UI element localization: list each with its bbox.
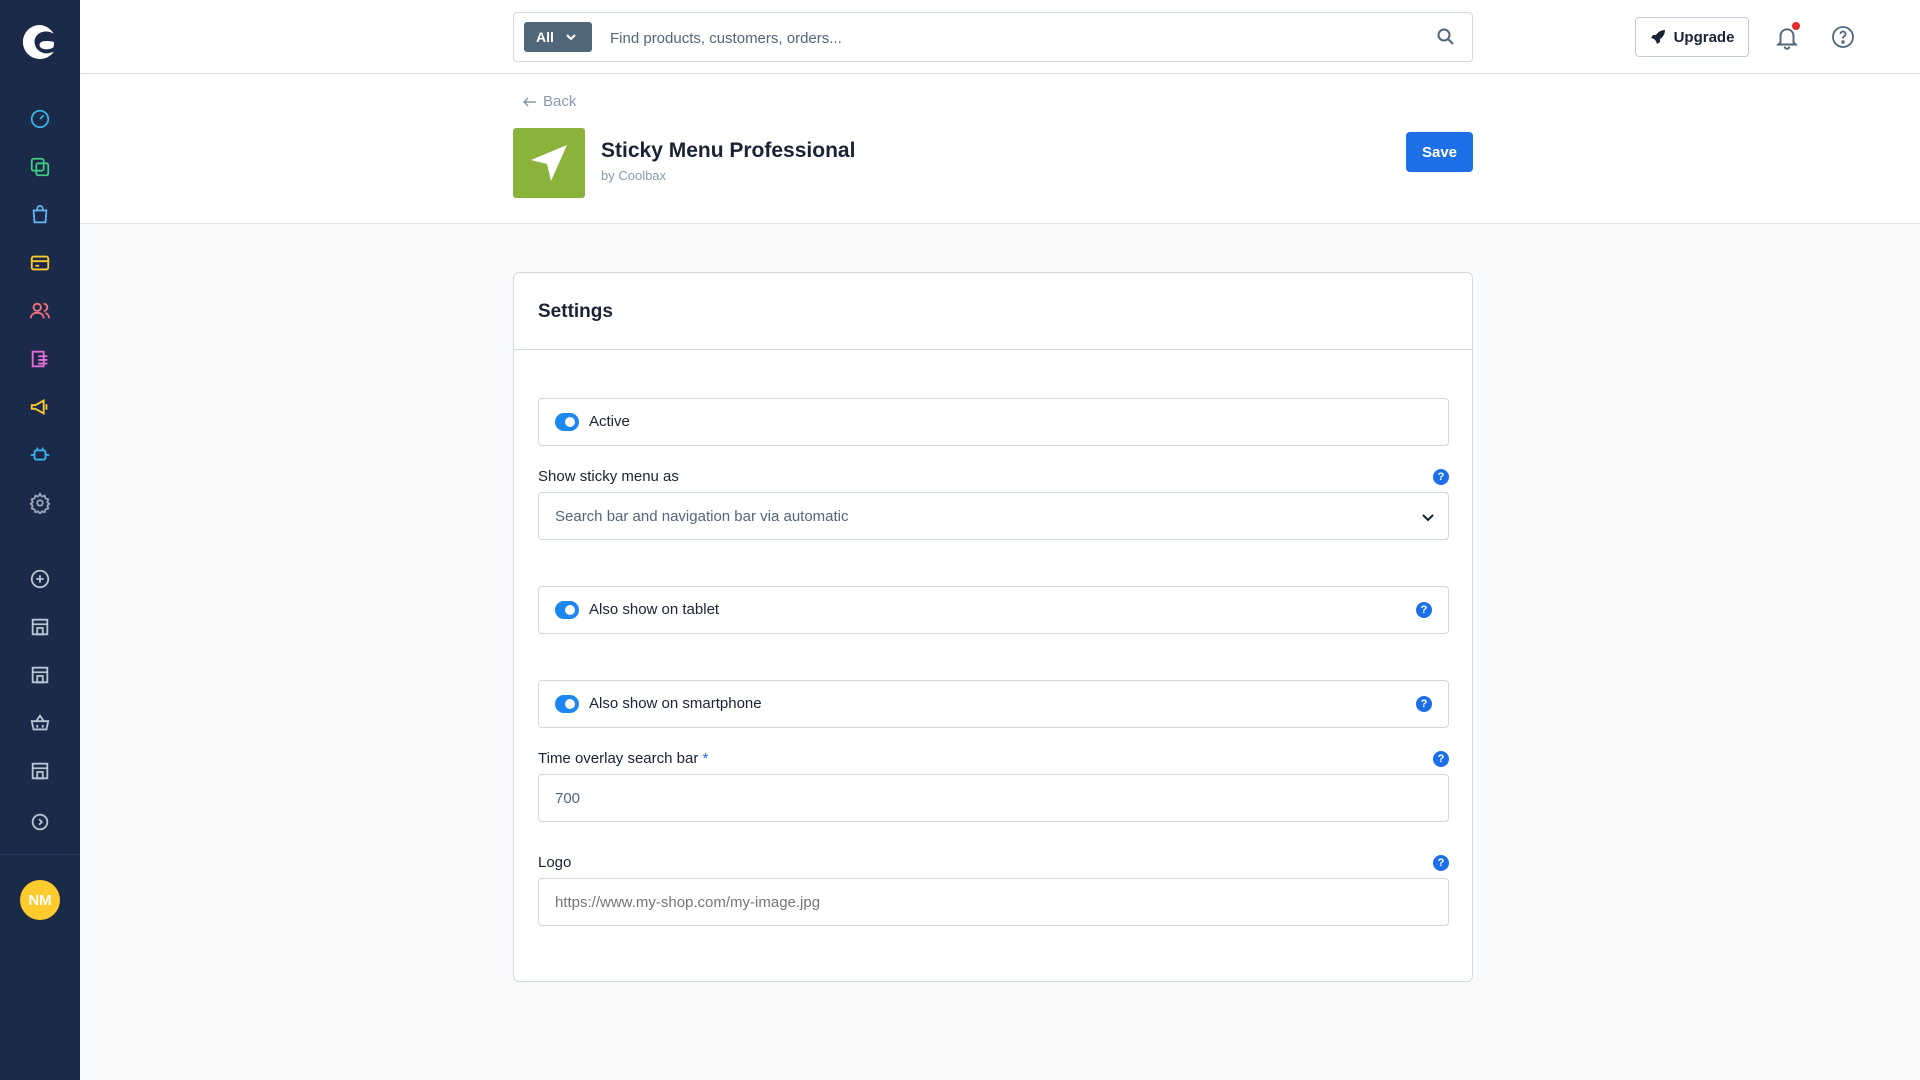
- navigation-arrow-icon: [531, 145, 567, 181]
- search-icon[interactable]: [1436, 27, 1456, 47]
- help-icon[interactable]: [1831, 25, 1855, 49]
- add-sales-channel-icon[interactable]: [28, 567, 52, 591]
- sidebar: NM: [0, 0, 80, 1080]
- time-overlay-label: Time overlay search bar *: [538, 750, 708, 767]
- sticky-menu-select[interactable]: Search bar and navigation bar via automa…: [538, 492, 1449, 540]
- search-scope-dropdown[interactable]: All: [524, 22, 592, 52]
- tablet-setting: Also show on tablet ?: [538, 586, 1449, 634]
- chevron-down-icon: [1422, 514, 1434, 522]
- logo-label: Logo: [538, 854, 572, 871]
- settings-card: Settings Active Show sticky menu as ? Se…: [513, 272, 1473, 982]
- notification-badge: [1792, 22, 1800, 30]
- active-setting: Active: [538, 398, 1449, 446]
- smartphone-toggle[interactable]: [555, 695, 579, 713]
- settings-icon[interactable]: [28, 491, 52, 515]
- payments-icon[interactable]: [28, 251, 52, 275]
- back-link[interactable]: Back: [523, 93, 576, 110]
- upgrade-button[interactable]: Upgrade: [1635, 17, 1749, 57]
- dashboard-icon[interactable]: [28, 107, 52, 131]
- active-label: Active: [589, 413, 630, 430]
- logo-url-input[interactable]: [538, 878, 1449, 926]
- catalogues-icon[interactable]: [28, 155, 52, 179]
- search-scope-label: All: [536, 29, 554, 45]
- sticky-menu-value: Search bar and navigation bar via automa…: [555, 508, 849, 525]
- sales-channel-store-icon[interactable]: [28, 615, 52, 639]
- customers-icon[interactable]: [28, 299, 52, 323]
- user-avatar[interactable]: NM: [20, 880, 60, 920]
- content-icon[interactable]: [28, 347, 52, 371]
- tablet-label: Also show on tablet: [589, 601, 720, 618]
- page-header: Back Sticky Menu Professional by Coolbax…: [80, 75, 1920, 224]
- help-question-icon[interactable]: ?: [1416, 696, 1432, 712]
- card-divider: [514, 349, 1472, 350]
- arrow-left-icon: [523, 96, 536, 107]
- sales-channel-store-icon[interactable]: [28, 663, 52, 687]
- time-overlay-label-text: Time overlay search bar: [538, 750, 699, 767]
- shop-logo-icon[interactable]: [20, 22, 60, 62]
- active-toggle[interactable]: [555, 413, 579, 431]
- chevron-down-icon: [566, 34, 576, 41]
- time-overlay-input[interactable]: [538, 774, 1449, 822]
- extensions-icon[interactable]: [28, 443, 52, 467]
- save-button[interactable]: Save: [1406, 132, 1473, 172]
- sales-channel-basket-icon[interactable]: [28, 711, 52, 735]
- top-header: All Upgrade: [80, 0, 1920, 74]
- help-question-icon[interactable]: ?: [1433, 751, 1449, 767]
- global-search: All: [513, 12, 1473, 62]
- smartphone-setting: Also show on smartphone ?: [538, 680, 1449, 728]
- sidebar-divider: [0, 854, 80, 855]
- help-question-icon[interactable]: ?: [1433, 855, 1449, 871]
- rocket-icon: [1650, 30, 1665, 44]
- orders-icon[interactable]: [28, 203, 52, 227]
- tablet-toggle[interactable]: [555, 601, 579, 619]
- page-title: Sticky Menu Professional: [601, 139, 856, 162]
- app-vendor: by Coolbax: [601, 168, 667, 183]
- upgrade-label: Upgrade: [1673, 28, 1735, 46]
- settings-title: Settings: [538, 301, 613, 322]
- search-input[interactable]: [610, 23, 1410, 53]
- required-marker: *: [702, 750, 709, 767]
- sales-channel-store-icon[interactable]: [28, 759, 52, 783]
- help-question-icon[interactable]: ?: [1433, 469, 1449, 485]
- sticky-menu-label: Show sticky menu as: [538, 468, 679, 485]
- smartphone-label: Also show on smartphone: [589, 695, 762, 712]
- back-label: Back: [543, 93, 577, 110]
- collapse-sidebar-icon[interactable]: [28, 810, 52, 834]
- help-question-icon[interactable]: ?: [1416, 602, 1432, 618]
- app-icon: [513, 128, 585, 198]
- marketing-icon[interactable]: [28, 395, 52, 419]
